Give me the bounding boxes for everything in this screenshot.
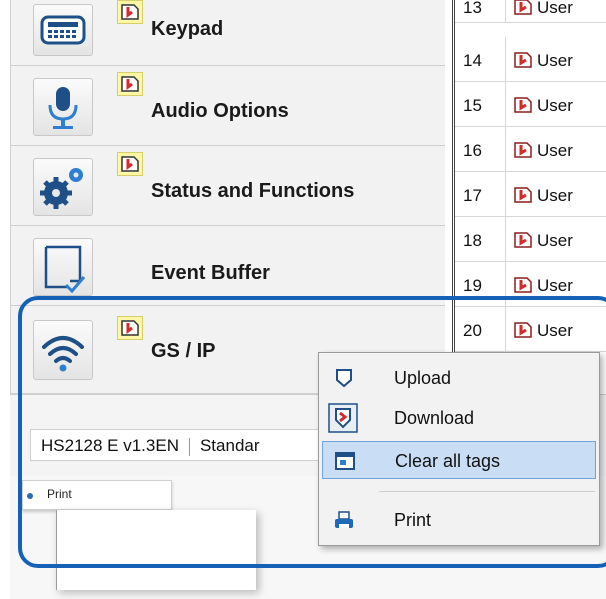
menu-item-label: Print <box>394 510 432 530</box>
download-icon <box>328 403 358 433</box>
print-preview <box>56 510 256 590</box>
row-user: User <box>537 276 573 295</box>
menu-item-label: Clear all tags <box>395 451 501 471</box>
table-row[interactable]: 20 User <box>455 307 606 352</box>
table-row[interactable]: 16 User <box>455 127 606 172</box>
context-menu: Upload Download Clear all tags Print <box>318 352 600 546</box>
nav-item-status-and-functions[interactable]: Status and Functions <box>11 146 445 226</box>
gears-icon <box>33 158 93 216</box>
tag-icon <box>514 232 532 248</box>
nav-item-keypad[interactable]: Keypad <box>11 0 445 66</box>
column-divider <box>505 82 506 127</box>
menu-item-label: Upload <box>394 368 452 388</box>
wifi-icon <box>33 320 93 380</box>
tag-icon <box>117 152 143 176</box>
bullet-icon <box>27 493 33 499</box>
row-user: User <box>537 231 573 250</box>
menu-item-download[interactable]: Download <box>322 399 596 437</box>
panel-mode-label: Standar <box>199 436 260 455</box>
row-user: User <box>537 0 573 17</box>
row-number: 15 <box>463 96 482 115</box>
column-divider <box>505 217 506 262</box>
table-row[interactable]: 18 User <box>455 217 606 262</box>
nav-item-label: Keypad <box>151 18 224 40</box>
tag-icon <box>514 277 532 293</box>
column-divider <box>505 0 506 23</box>
keypad-icon <box>33 4 93 56</box>
print-dialog-tab[interactable]: Print <box>22 480 172 510</box>
table-row[interactable]: 19 User <box>455 262 606 307</box>
tag-icon <box>514 142 532 158</box>
microphone-icon <box>33 78 93 136</box>
column-divider <box>505 262 506 307</box>
menu-divider <box>379 491 595 492</box>
tag-icon <box>117 316 143 340</box>
panel-model-label: HS2128 E v1.3EN <box>41 436 179 455</box>
tag-icon <box>514 322 532 338</box>
tag-icon <box>514 187 532 203</box>
row-number: 20 <box>463 321 482 340</box>
nav-item-label: Status and Functions <box>151 180 355 202</box>
tag-icon <box>514 97 532 113</box>
table-row[interactable]: 15 User <box>455 82 606 127</box>
nav-item-audio-options[interactable]: Audio Options <box>11 66 445 146</box>
row-user: User <box>537 186 573 205</box>
menu-item-label: Download <box>394 408 475 428</box>
row-number: 16 <box>463 141 482 160</box>
tag-icon <box>117 72 143 96</box>
row-user: User <box>537 141 573 160</box>
column-divider <box>505 307 506 352</box>
navigation-panel: Keypad Audio Options Status and Function… <box>10 0 445 394</box>
event-buffer-icon <box>33 238 93 296</box>
nav-item-label: GS / IP <box>151 340 216 362</box>
row-number: 19 <box>463 276 482 295</box>
table-row[interactable]: 17 User <box>455 172 606 217</box>
column-divider <box>505 172 506 217</box>
print-dialog-label: Print <box>47 487 72 501</box>
tag-icon <box>514 0 532 15</box>
status-field: HS2128 E v1.3EN Standar <box>30 429 330 461</box>
menu-item-print[interactable]: Print <box>322 501 596 539</box>
tag-icon <box>117 0 143 24</box>
row-user: User <box>537 96 573 115</box>
user-grid: 13 User 14 User 15 User 16 User 17 User … <box>452 0 606 394</box>
status-separator <box>188 437 190 456</box>
column-divider <box>505 127 506 172</box>
menu-item-clear-all-tags[interactable]: Clear all tags <box>322 441 596 479</box>
row-user: User <box>537 321 573 340</box>
print-icon <box>335 511 353 528</box>
upload-icon <box>336 369 352 388</box>
clear-tags-icon <box>335 452 355 470</box>
row-number: 13 <box>463 0 482 17</box>
table-row[interactable]: 14 User <box>455 37 606 82</box>
table-row[interactable]: 13 User <box>455 0 606 23</box>
row-user: User <box>537 51 573 70</box>
column-divider <box>505 37 506 82</box>
tag-icon <box>514 52 532 68</box>
row-number: 18 <box>463 231 482 250</box>
nav-item-label: Event Buffer <box>151 262 270 284</box>
nav-item-label: Audio Options <box>151 100 289 122</box>
row-number: 17 <box>463 186 482 205</box>
menu-item-upload[interactable]: Upload <box>322 359 596 397</box>
nav-item-event-buffer[interactable]: Event Buffer <box>11 226 445 306</box>
row-number: 14 <box>463 51 482 70</box>
